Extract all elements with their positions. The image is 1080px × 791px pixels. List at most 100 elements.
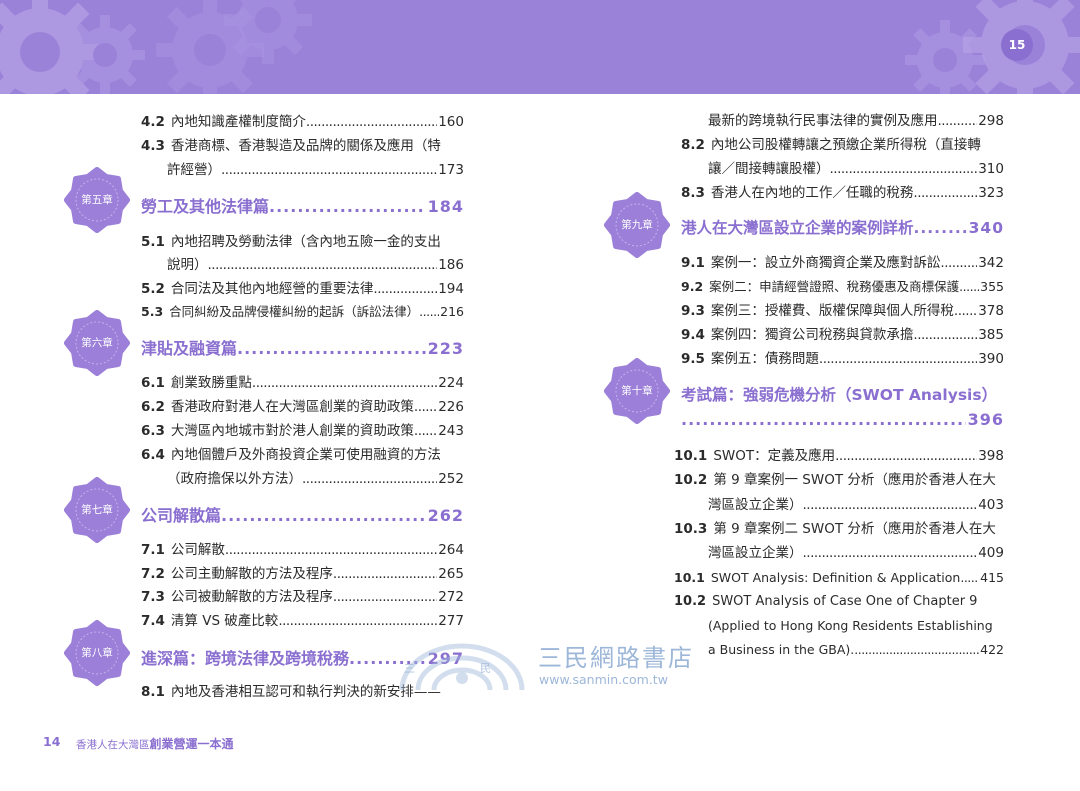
entry-number: 10.1 <box>674 570 705 585</box>
leader-dots <box>306 113 437 131</box>
leader-dots <box>333 565 437 583</box>
leader-dots <box>938 112 978 130</box>
entry-page: 216 <box>440 304 464 319</box>
entry-number: 8.3 <box>681 185 705 201</box>
chapter-title: 考試篇：強弱危機分析（SWOT Analysis） <box>681 386 998 404</box>
leader-dots <box>252 374 437 392</box>
watermark-logo-letter: 民 <box>480 662 491 675</box>
entry-title-continued: 灣區設立企業） <box>708 545 803 561</box>
entry-title-continued: 讓／間接轉讓股權） <box>708 161 830 177</box>
toc-entry: 9.2 案例二：申請經營證照、稅務優惠及商標保護 355 <box>681 278 1004 296</box>
entry-page: 310 <box>978 161 1004 177</box>
chapter-page: 396 <box>967 410 1004 429</box>
leader-dots <box>960 569 979 587</box>
toc-entry: 5.3 合同糾紛及品牌侵權糾紛的起訴（訴訟法律） 216 <box>141 303 464 321</box>
entry-page: 422 <box>980 642 1004 657</box>
entry-title: 案例三：授權費、版權保障與個人所得稅 <box>710 303 954 319</box>
leader-dots <box>803 496 978 514</box>
leader-dots <box>302 470 437 488</box>
toc-entry-continuation: 許經營） 173 <box>167 161 464 179</box>
entry-number: 9.2 <box>681 279 704 294</box>
chapter-heading-continuation: 396 <box>681 410 1004 429</box>
chapter-badge-label: 第九章 <box>621 219 653 231</box>
entry-title: 合同糾紛及品牌侵權糾紛的起訴（訴訟法律） <box>169 304 420 319</box>
toc-entry: 6.3 大灣區內地城市對於港人創業的資助政策 243 <box>141 422 464 440</box>
entry-page: 160 <box>438 114 464 130</box>
entry-page: 173 <box>438 162 464 178</box>
entry-title: 香港政府對港人在大灣區創業的資助政策 <box>170 399 414 415</box>
chapter-title: 進深篇：跨境法律及跨境稅務 <box>141 649 350 668</box>
entry-title: 案例五：債務問題 <box>710 351 819 367</box>
toc-entry-continuation: 讓／間接轉讓股權） 310 <box>708 160 1004 178</box>
entry-title-continued: 許經營） <box>167 162 221 178</box>
chapter-page: 223 <box>427 339 464 358</box>
entry-page: 323 <box>978 185 1004 201</box>
entry-page: 385 <box>978 327 1004 343</box>
page-number-badge: 15 <box>1001 29 1033 61</box>
header-banner: 15 <box>0 0 1080 94</box>
entry-page: 355 <box>980 279 1004 294</box>
entry-title: 公司被動解散的方法及程序 <box>170 589 333 605</box>
entry-number: 5.1 <box>141 234 165 250</box>
entry-title-continued: 說明） <box>167 257 208 273</box>
leader-dots <box>940 254 977 272</box>
leader-dots <box>333 588 437 606</box>
toc-entry: 5.2 合同法及其他內地經營的重要法律 194 <box>141 280 464 298</box>
toc-entry-continuation: 灣區設立企業） 403 <box>708 496 1004 514</box>
watermark-url: www.sanmin.com.tw <box>539 672 668 687</box>
toc-entry: 10.2 第 9 章案例一 SWOT 分析（應用於香港人在大 <box>674 471 1004 489</box>
toc-entry: 7.1 公司解散 264 <box>141 541 464 559</box>
leader-dots <box>221 506 426 525</box>
gear-decoration-icon <box>65 15 145 94</box>
running-title: 香港人在大灣區創業營運一本通 <box>76 735 234 752</box>
toc-entry: 9.1 案例一：設立外商獨資企業及應對訴訟 342 <box>681 254 1004 272</box>
entry-title-continued: (Applied to Hong Kong Residents Establis… <box>708 618 993 633</box>
toc-entry: 8.2 內地公司股權轉讓之預繳企業所得稅（直接轉 <box>681 136 1004 154</box>
leader-dots <box>954 302 977 320</box>
entry-title: 內地招聘及勞動法律（含內地五險一金的支出 <box>170 234 441 250</box>
toc-entry: 10.2 SWOT Analysis of Case One of Chapte… <box>674 593 1004 611</box>
chapter-heading: 津貼及融資篇 223 <box>141 335 464 359</box>
entry-page: 252 <box>438 471 464 487</box>
entry-number: 6.4 <box>141 447 165 463</box>
chapter-badge-label: 第六章 <box>81 337 113 349</box>
entry-title: 香港人在內地的工作／任職的稅務 <box>710 185 914 201</box>
entry-number: 6.1 <box>141 375 165 391</box>
toc-entry: 8.3 香港人在內地的工作／任職的稅務 323 <box>681 184 1004 202</box>
toc-entry: 10.1 SWOT Analysis: Definition & Applica… <box>674 569 1004 587</box>
entry-page: 264 <box>438 542 464 558</box>
chapter-heading: 公司解散篇 262 <box>141 502 464 526</box>
entry-title: 內地公司股權轉讓之預繳企業所得稅（直接轉 <box>710 137 981 153</box>
entry-title: 案例二：申請經營證照、稅務優惠及商標保護 <box>709 279 960 294</box>
entry-title-continued: 灣區設立企業） <box>708 497 803 513</box>
entry-number: 10.2 <box>674 472 708 488</box>
entry-page: 194 <box>438 281 464 297</box>
leader-dots <box>221 161 437 179</box>
entry-number: 7.3 <box>141 589 165 605</box>
entry-page: 298 <box>978 113 1004 129</box>
chapter-heading: 勞工及其他法律篇 184 <box>141 193 464 217</box>
entry-title: 合同法及其他內地經營的重要法律 <box>170 281 374 297</box>
entry-number: 9.5 <box>681 351 705 367</box>
toc-entry-continuation: 最新的跨境執行民事法律的實例及應用 298 <box>708 112 1004 130</box>
leader-dots <box>830 160 978 178</box>
toc-entry: 9.3 案例三：授權費、版權保障與個人所得稅 378 <box>681 302 1004 320</box>
toc-entry-continuation: 灣區設立企業） 409 <box>708 544 1004 562</box>
toc-entry-continuation: 說明） 186 <box>167 256 464 274</box>
chapter-page: 340 <box>968 219 1004 237</box>
leader-dots <box>854 641 979 659</box>
toc-entry-continuation: （政府擔保以外方法） 252 <box>167 470 464 488</box>
leader-dots <box>681 410 966 429</box>
entry-number: 9.1 <box>681 255 705 271</box>
entry-page: 243 <box>438 423 464 439</box>
entry-number: 10.2 <box>674 594 707 609</box>
entry-number: 9.4 <box>681 327 705 343</box>
chapter-badge-label: 第十章 <box>621 385 653 397</box>
entry-title-continued: a Business in the GBA). <box>708 642 855 657</box>
watermark-logo-letter: 三 <box>404 662 415 675</box>
leader-dots <box>225 541 437 559</box>
leader-dots <box>414 422 437 440</box>
entry-page: 272 <box>438 589 464 605</box>
leader-dots <box>913 326 977 344</box>
entry-number: 7.2 <box>141 566 165 582</box>
